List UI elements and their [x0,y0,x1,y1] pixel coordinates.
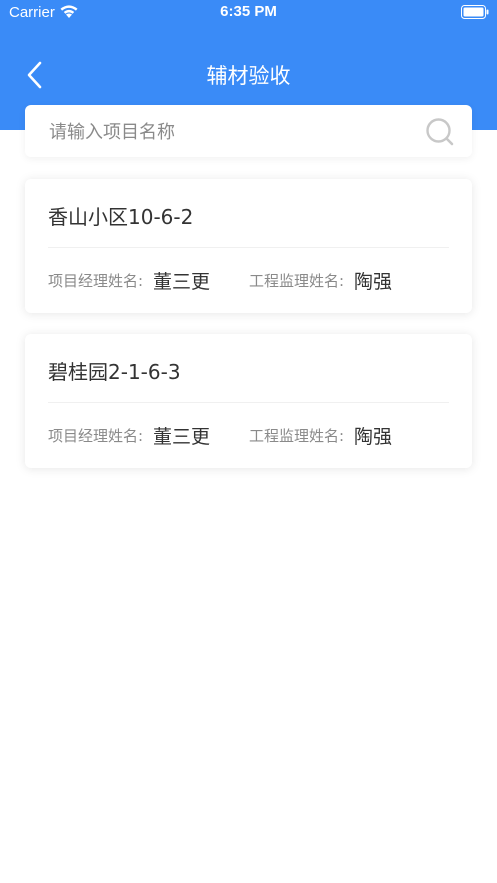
search-icon[interactable] [425,117,455,147]
supervisor-label: 工程监理姓名: [249,272,345,290]
project-card[interactable]: 碧桂园2-1-6-3 项目经理姓名: 董三更 工程监理姓名: 陶强 [25,334,472,468]
search-input[interactable] [47,115,411,149]
supervisor-name: 陶强 [354,271,393,293]
status-bar: Carrier 6:35 PM [0,0,497,26]
battery-icon [461,5,489,19]
project-card[interactable]: 香山小区10-6-2 项目经理姓名: 董三更 工程监理姓名: 陶强 [25,179,472,313]
page-title: 辅材验收 [206,64,291,88]
supervisor-label: 工程监理姓名: [249,427,345,445]
supervisor-name: 陶强 [354,426,393,448]
project-name: 香山小区10-6-2 [48,205,194,229]
status-time: 6:35 PM [220,3,277,20]
manager-name: 董三更 [153,271,211,293]
search-bar [25,105,472,157]
manager-label: 项目经理姓名: [48,272,144,290]
nav-bar: 辅材验收 [0,50,497,98]
project-name: 碧桂园2-1-6-3 [48,360,181,384]
divider [48,402,449,403]
manager-label: 项目经理姓名: [48,427,144,445]
manager-name: 董三更 [153,426,211,448]
divider [48,247,449,248]
